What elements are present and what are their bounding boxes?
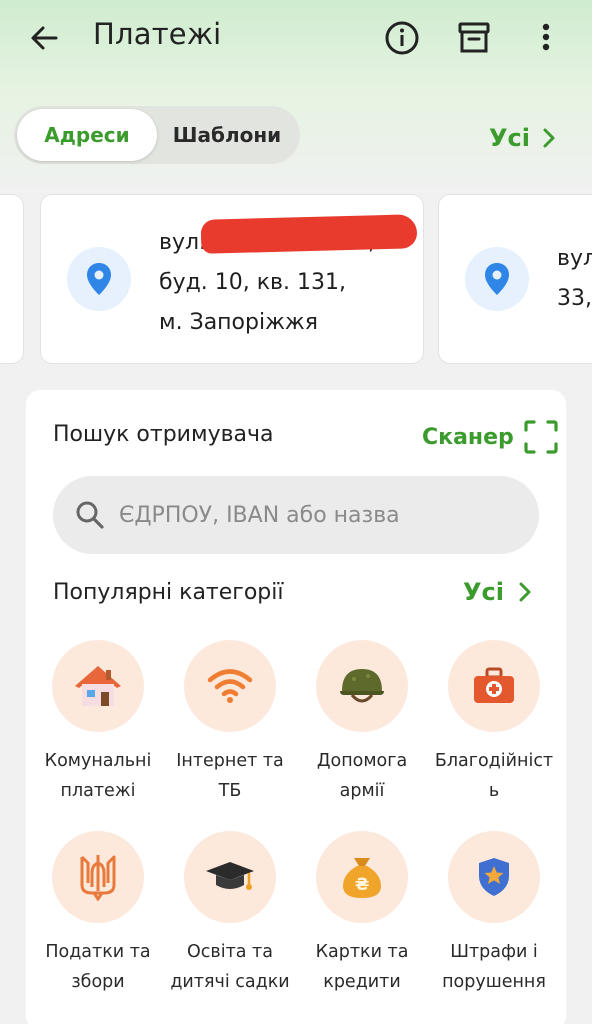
search-icon <box>76 501 104 529</box>
category-label: Комунальні платежі <box>44 751 152 801</box>
page-title: Платежі <box>93 17 222 51</box>
category-label: Допомога армії <box>316 751 408 801</box>
chevron-right-icon <box>519 582 531 602</box>
search-placeholder: ЄДРПОУ, IBAN або назва <box>119 502 400 528</box>
category-label: Освіта та дитячі садки <box>170 942 290 992</box>
category-label: Податки та збори <box>45 942 151 992</box>
info-button[interactable] <box>382 18 422 58</box>
back-button[interactable] <box>26 18 66 58</box>
address-line-building: буд. 10, кв. 131, <box>159 270 346 295</box>
all-categories-label: Усі <box>463 578 504 606</box>
address-card[interactable]: вул., буд. 10, кв. 131, м. Запоріжжя <box>40 194 424 364</box>
scanner-button[interactable]: Сканер <box>422 420 558 454</box>
wifi-icon <box>207 669 253 703</box>
location-pin-badge <box>465 247 529 311</box>
trident-icon <box>80 855 116 901</box>
category-internet-tv[interactable]: Інтернет та ТБ <box>164 640 296 806</box>
location-pin-icon <box>87 263 111 295</box>
category-label: Штрафи і порушення <box>442 942 546 992</box>
category-label: Інтернет та ТБ <box>176 751 284 801</box>
top-app-bar: Платежі <box>0 0 592 76</box>
helmet-icon <box>340 669 384 703</box>
archive-icon <box>458 22 490 53</box>
back-arrow-icon <box>31 26 58 50</box>
location-pin-badge <box>67 247 131 311</box>
recipient-search-title: Пошук отримувача <box>53 422 274 447</box>
house-icon <box>75 666 121 706</box>
recipient-search-input[interactable]: ЄДРПОУ, IBAN або назва <box>53 476 539 554</box>
category-icon-badge <box>52 640 144 732</box>
scan-frame-icon <box>524 420 558 454</box>
popular-categories-title: Популярні категорії <box>53 580 284 605</box>
category-icon-badge <box>184 831 276 923</box>
category-education[interactable]: Освіта та дитячі садки <box>164 831 296 997</box>
addresses-templates-switch: Адреси Шаблони <box>14 106 300 164</box>
address-line-street: вул <box>557 246 592 271</box>
category-icon-badge <box>448 640 540 732</box>
location-pin-icon <box>485 263 509 295</box>
first-aid-kit-icon <box>474 667 514 703</box>
payments-panel: Пошук отримувача Сканер ЄДРПОУ, IBAN або… <box>26 390 566 1024</box>
address-card-previous[interactable] <box>0 194 24 364</box>
address-line-city: м. Запоріжжя <box>159 310 318 335</box>
category-utilities[interactable]: Комунальні платежі <box>32 640 164 806</box>
more-options-button[interactable] <box>526 18 566 58</box>
category-label: Благодійніст ь <box>434 751 554 801</box>
category-label: Картки та кредити <box>315 942 409 992</box>
category-icon-badge <box>52 831 144 923</box>
redaction-mark <box>200 214 418 254</box>
graduation-cap-icon <box>206 862 254 890</box>
category-fines[interactable]: Штрафи і порушення <box>428 831 560 997</box>
category-icon-badge <box>448 831 540 923</box>
chevron-right-icon <box>543 128 555 148</box>
tab-addresses[interactable]: Адреси <box>17 109 157 161</box>
info-icon <box>385 21 419 55</box>
money-bag-icon: ₴ <box>343 858 381 898</box>
more-vertical-icon <box>542 23 550 51</box>
category-cards-credits[interactable]: ₴ Картки та кредити <box>296 831 428 997</box>
police-badge-icon <box>479 858 509 896</box>
tab-templates[interactable]: Шаблони <box>157 109 297 161</box>
all-categories-link[interactable]: Усі <box>463 578 532 606</box>
category-icon-badge <box>316 640 408 732</box>
address-card-next[interactable]: вул 33, <box>438 194 592 364</box>
all-addresses-label: Усі <box>489 124 530 152</box>
all-addresses-link[interactable]: Усі <box>489 122 556 154</box>
address-text: вул 33, <box>557 239 592 319</box>
category-army-support[interactable]: Допомога армії <box>296 640 428 806</box>
category-icon-badge <box>184 640 276 732</box>
scanner-label: Сканер <box>422 424 514 450</box>
address-line-building: 33, <box>557 286 592 311</box>
category-charity[interactable]: Благодійніст ь <box>428 640 560 806</box>
category-taxes[interactable]: Податки та збори <box>32 831 164 997</box>
category-icon-badge: ₴ <box>316 831 408 923</box>
svg-text:₴: ₴ <box>355 875 370 895</box>
archive-button[interactable] <box>454 18 494 58</box>
